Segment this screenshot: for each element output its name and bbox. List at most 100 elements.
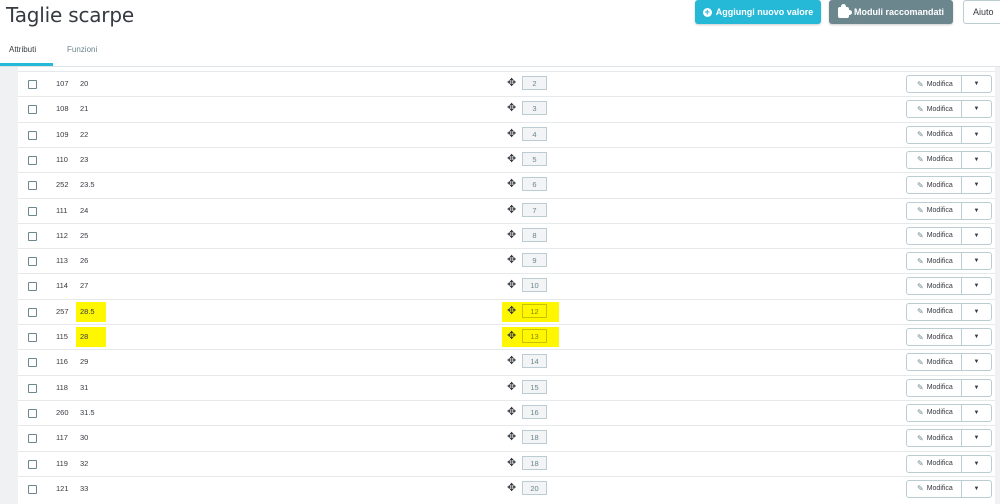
position-field: 5 (522, 151, 547, 166)
pencil-icon: ✎ (917, 357, 924, 367)
drag-move-icon[interactable]: ✥ (507, 153, 518, 165)
edit-button[interactable]: ✎ Modifica (906, 328, 962, 346)
row-actions-dropdown[interactable]: ▼ (962, 429, 992, 448)
table-row: 117 30 ✥ 18 ✎ Modifica ▼ (18, 425, 995, 450)
edit-button[interactable]: ✎ Modifica (906, 252, 962, 271)
row-checkbox[interactable] (28, 459, 37, 469)
drag-move-icon[interactable]: ✥ (507, 78, 518, 89)
row-actions-dropdown[interactable]: ▼ (962, 125, 992, 144)
recommended-modules-button[interactable]: Moduli raccomandati (829, 0, 953, 24)
drag-move-icon[interactable]: ✥ (507, 432, 518, 443)
row-value: 26 (80, 256, 89, 266)
drag-move-icon[interactable]: ✥ (507, 204, 518, 216)
row-actions-dropdown[interactable]: ▼ (962, 277, 992, 296)
position-field: 15 (522, 379, 547, 394)
edit-button[interactable]: ✎ Modifica (906, 226, 962, 245)
edit-button[interactable]: ✎ Modifica (906, 454, 962, 473)
row-checkbox[interactable] (28, 105, 37, 115)
attribute-values-table: 107 20 ✥ 2 ✎ Modifica ▼ 108 21 ✥ 3 ✎ Modifica ▼ 109 22 ✥… (18, 67, 995, 504)
drag-move-icon[interactable]: ✥ (507, 229, 518, 241)
edit-label: Modifica (926, 207, 953, 214)
position-field: 7 (522, 202, 547, 217)
edit-label: Modifica (926, 460, 953, 467)
edit-label: Modifica (926, 333, 953, 341)
edit-button[interactable]: ✎ Modifica (906, 277, 962, 296)
edit-label: Modifica (926, 131, 953, 139)
row-actions-dropdown[interactable]: ▼ (962, 100, 992, 119)
drag-move-icon[interactable]: ✥ (507, 280, 518, 291)
row-checkbox[interactable] (28, 408, 37, 418)
row-checkbox[interactable] (28, 282, 37, 292)
row-checkbox[interactable] (28, 130, 37, 140)
pencil-icon: ✎ (917, 383, 924, 393)
row-value: 23.5 (80, 180, 95, 190)
plus-circle-icon: + (702, 6, 712, 17)
drag-move-icon[interactable]: ✥ (507, 255, 518, 266)
row-actions-dropdown[interactable]: ▼ (962, 226, 992, 245)
row-checkbox[interactable] (28, 155, 37, 165)
row-id: 108 (56, 104, 69, 114)
edit-button[interactable]: ✎ Modifica (906, 378, 962, 397)
add-new-value-button[interactable]: + Aggiungi nuovo valore (695, 0, 821, 24)
pencil-icon: ✎ (917, 130, 924, 140)
row-actions-dropdown[interactable]: ▼ (962, 201, 992, 220)
help-button[interactable]: Aiuto (963, 0, 1000, 24)
row-actions-dropdown[interactable]: ▼ (962, 302, 992, 321)
row-id: 114 (56, 281, 68, 291)
row-value: 24 (80, 205, 89, 215)
edit-button[interactable]: ✎ Modifica (906, 353, 962, 372)
edit-button[interactable]: ✎ Modifica (906, 201, 962, 220)
row-value: 28 (80, 332, 89, 341)
drag-move-icon[interactable]: ✥ (507, 103, 518, 114)
row-actions-dropdown[interactable]: ▼ (962, 328, 992, 346)
drag-move-icon[interactable]: ✥ (507, 356, 518, 367)
edit-button[interactable]: ✎ Modifica (906, 176, 962, 195)
edit-button[interactable]: ✎ Modifica (906, 302, 962, 321)
drag-move-icon[interactable]: ✥ (507, 128, 518, 140)
row-actions-dropdown[interactable]: ▼ (962, 176, 992, 195)
row-actions-dropdown[interactable]: ▼ (962, 454, 992, 473)
row-checkbox[interactable] (28, 257, 37, 267)
drag-move-icon[interactable]: ✥ (507, 381, 518, 393)
edit-button[interactable]: ✎ Modifica (906, 403, 962, 422)
edit-label: Modifica (926, 232, 953, 240)
row-checkbox[interactable] (28, 383, 37, 393)
row-checkbox[interactable] (28, 358, 37, 368)
edit-button[interactable]: ✎ Modifica (906, 125, 962, 144)
edit-label: Modifica (926, 384, 953, 392)
row-actions-dropdown[interactable]: ▼ (962, 252, 992, 271)
row-id: 109 (56, 129, 69, 139)
row-actions-dropdown[interactable]: ▼ (962, 150, 992, 169)
caret-down-icon: ▼ (973, 334, 980, 340)
row-actions-dropdown[interactable]: ▼ (962, 353, 992, 372)
row-checkbox[interactable] (28, 80, 37, 89)
row-checkbox[interactable] (28, 307, 37, 317)
edit-button[interactable]: ✎ Modifica (906, 150, 962, 169)
drag-move-icon[interactable]: ✥ (507, 457, 518, 469)
drag-move-icon[interactable]: ✥ (507, 331, 518, 342)
edit-button[interactable]: ✎ Modifica (906, 429, 962, 448)
edit-label: Modifica (926, 282, 953, 290)
row-actions-dropdown[interactable]: ▼ (962, 403, 992, 422)
row-checkbox[interactable] (28, 231, 37, 241)
edit-button[interactable]: ✎ Modifica (906, 479, 962, 498)
tab-features[interactable]: Funzioni (67, 45, 97, 54)
drag-move-icon[interactable]: ✥ (507, 305, 518, 317)
row-id: 116 (56, 357, 68, 367)
drag-move-icon[interactable]: ✥ (507, 482, 518, 494)
caret-down-icon: ▼ (973, 258, 980, 265)
edit-button[interactable]: ✎ Modifica (906, 100, 962, 119)
row-checkbox[interactable] (28, 434, 37, 444)
row-checkbox[interactable] (28, 206, 37, 216)
row-actions-dropdown[interactable]: ▼ (962, 479, 992, 498)
row-checkbox[interactable] (28, 181, 37, 191)
row-value: 22 (80, 129, 89, 139)
drag-move-icon[interactable]: ✥ (507, 406, 518, 418)
edit-button[interactable]: ✎ Modifica (906, 75, 962, 93)
row-actions-dropdown[interactable]: ▼ (962, 378, 992, 397)
row-checkbox[interactable] (28, 484, 37, 494)
row-actions-dropdown[interactable]: ▼ (962, 75, 992, 93)
tab-attributes[interactable]: Attributi (9, 45, 36, 54)
drag-move-icon[interactable]: ✥ (507, 179, 518, 190)
row-checkbox[interactable] (28, 333, 37, 342)
